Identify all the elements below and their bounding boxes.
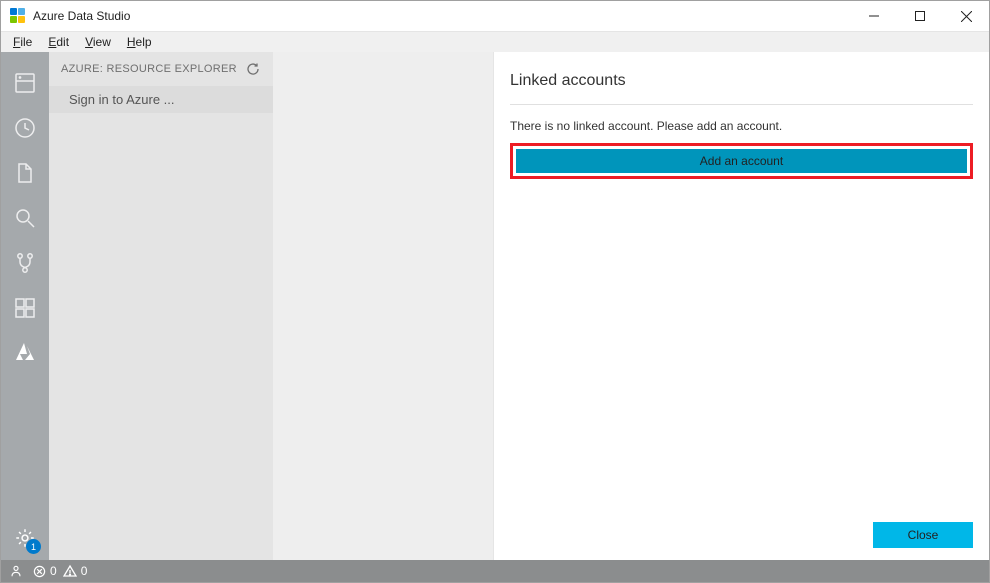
settings-badge: 1 [26, 539, 41, 554]
menu-help[interactable]: Help [119, 33, 160, 51]
highlight-box: Add an account [510, 143, 973, 179]
close-window-button[interactable] [943, 1, 989, 31]
menu-view[interactable]: View [77, 33, 119, 51]
editor-area [273, 52, 493, 560]
explorer-icon[interactable] [1, 150, 49, 195]
linked-accounts-title: Linked accounts [510, 72, 973, 105]
servers-icon[interactable] [1, 60, 49, 105]
linked-accounts-panel: Linked accounts There is no linked accou… [493, 52, 989, 560]
status-errors[interactable]: 0 [33, 564, 57, 578]
extensions-icon[interactable] [1, 285, 49, 330]
menu-edit[interactable]: Edit [40, 33, 77, 51]
side-panel-title: AZURE: RESOURCE EXPLORER [61, 63, 237, 75]
window-title: Azure Data Studio [33, 9, 851, 23]
refresh-icon[interactable] [245, 61, 261, 77]
activity-bar: 1 [1, 52, 49, 560]
menu-file[interactable]: File [5, 33, 40, 51]
settings-button[interactable]: 1 [1, 520, 49, 560]
app-body: 1 AZURE: RESOURCE EXPLORER Sign in to Az… [1, 52, 989, 560]
status-bar: 0 0 [1, 560, 989, 582]
azure-icon[interactable] [1, 330, 49, 375]
sign-in-azure-item[interactable]: Sign in to Azure ... [49, 86, 273, 113]
source-control-icon[interactable] [1, 240, 49, 285]
title-bar: Azure Data Studio [1, 1, 989, 31]
maximize-button[interactable] [897, 1, 943, 31]
app-logo-icon [9, 7, 27, 25]
app-window: Azure Data Studio File Edit View Help [0, 0, 990, 583]
status-warnings-count: 0 [81, 564, 88, 578]
search-icon[interactable] [1, 195, 49, 240]
side-panel-header: AZURE: RESOURCE EXPLORER [49, 52, 273, 86]
status-warnings[interactable]: 0 [63, 564, 88, 578]
close-panel-button[interactable]: Close [873, 522, 973, 548]
add-account-button[interactable]: Add an account [516, 149, 967, 173]
task-history-icon[interactable] [1, 105, 49, 150]
menu-bar: File Edit View Help [1, 31, 989, 52]
status-profile[interactable] [9, 564, 23, 578]
window-controls [851, 1, 989, 31]
linked-accounts-message: There is no linked account. Please add a… [510, 119, 973, 133]
minimize-button[interactable] [851, 1, 897, 31]
side-panel: AZURE: RESOURCE EXPLORER Sign in to Azur… [49, 52, 273, 560]
status-errors-count: 0 [50, 564, 57, 578]
